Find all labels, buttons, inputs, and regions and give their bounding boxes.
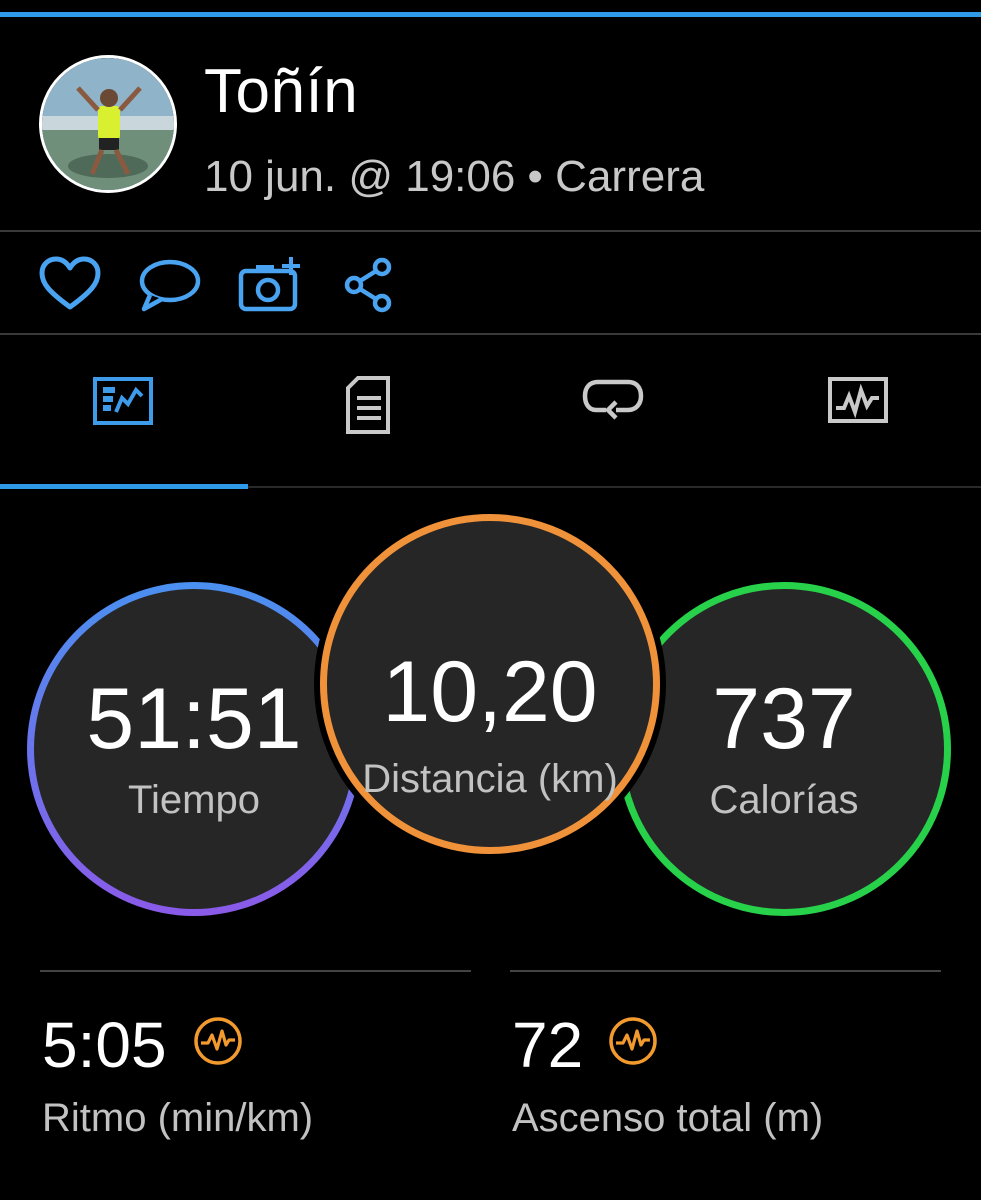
calories-ring[interactable]: 737 Calorías <box>617 582 951 916</box>
time-value: 51:51 <box>86 670 302 767</box>
ascent-label: Ascenso total (m) <box>512 1096 824 1140</box>
add-photo-icon[interactable] <box>238 255 302 315</box>
details-tab-icon <box>345 376 390 434</box>
activity-date-type: 10 jun. @ 19:06 • Carrera <box>204 152 705 201</box>
divider <box>40 970 471 972</box>
tab-overview[interactable] <box>0 336 245 486</box>
divider <box>510 970 941 972</box>
avatar-photo <box>42 58 174 190</box>
activity-badge-icon[interactable] <box>608 1016 658 1066</box>
time-ring[interactable]: 51:51 Tiempo <box>27 582 361 916</box>
pace-value: 5:05 <box>42 1009 167 1081</box>
time-label: Tiempo <box>128 777 260 822</box>
share-icon[interactable] <box>340 255 404 315</box>
heart-icon[interactable] <box>38 255 102 315</box>
distance-label: Distancia (km) <box>362 757 618 801</box>
calories-label: Calorías <box>709 777 859 822</box>
avatar[interactable] <box>39 55 177 193</box>
laps-tab-icon <box>582 379 643 420</box>
pace-label: Ritmo (min/km) <box>42 1096 314 1140</box>
overview-tab-icon <box>92 377 153 425</box>
ascent-value: 72 <box>512 1009 584 1081</box>
distance-ring[interactable]: 10,20 Distancia (km) <box>320 514 660 854</box>
divider <box>0 333 981 335</box>
comment-icon[interactable] <box>136 255 201 315</box>
user-name[interactable]: Toñín <box>204 56 358 127</box>
tab-details[interactable] <box>245 336 490 486</box>
activity-badge-icon[interactable] <box>193 1016 243 1066</box>
active-tab-indicator <box>0 484 248 489</box>
top-accent-line <box>0 12 981 17</box>
charts-tab-icon <box>827 377 888 423</box>
distance-value: 10,20 <box>382 644 598 740</box>
action-bar <box>0 237 981 333</box>
divider <box>0 230 981 232</box>
tab-charts[interactable] <box>735 336 980 486</box>
calories-value: 737 <box>712 670 856 767</box>
tab-laps[interactable] <box>490 336 735 486</box>
tab-track <box>248 486 981 488</box>
